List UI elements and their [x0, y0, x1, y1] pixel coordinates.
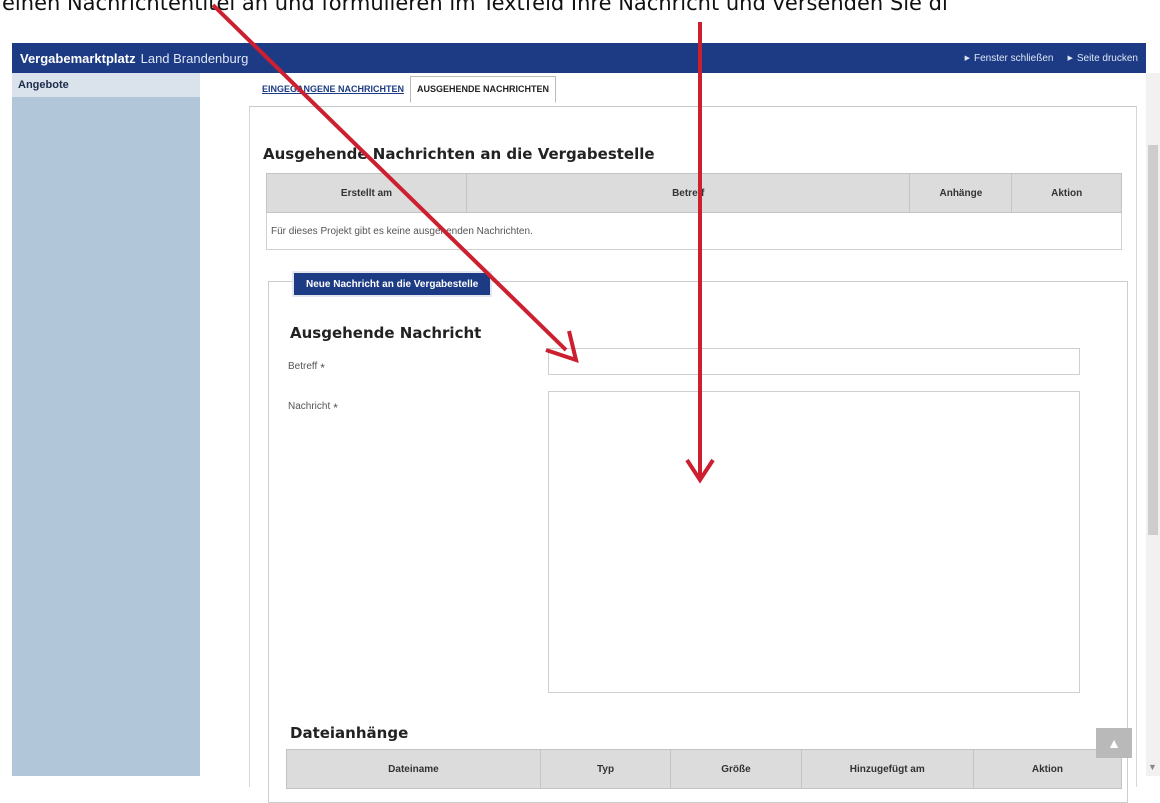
- vertical-scrollbar[interactable]: ▼: [1146, 73, 1160, 776]
- column-header[interactable]: Dateiname: [286, 749, 541, 789]
- table-header-row: Dateiname Typ Größe Hinzugefügt am Aktio…: [286, 749, 1123, 789]
- main-content: EINGEGANGENE NACHRICHTEN AUSGEHENDE NACH…: [200, 73, 1146, 803]
- column-header[interactable]: Typ: [539, 749, 672, 789]
- subject-input[interactable]: [548, 348, 1080, 375]
- table-row: Für dieses Projekt gibt es keine ausgehe…: [266, 212, 1122, 250]
- scrollbar-thumb[interactable]: [1148, 145, 1158, 535]
- outgoing-messages-table: Erstellt am Betreff Anhänge Aktion Für d…: [266, 173, 1122, 250]
- top-header-bar: Vergabemarktplatz Land Brandenburg ▶ Fen…: [12, 43, 1146, 73]
- back-to-top-button[interactable]: ▲: [1096, 728, 1132, 758]
- column-header[interactable]: Betreff: [465, 173, 911, 213]
- triangle-right-icon: ▶: [1067, 55, 1073, 62]
- outgoing-section-title: Ausgehende Nachrichten an die Vergabeste…: [263, 145, 655, 163]
- subject-label: Betreff *: [288, 361, 325, 375]
- empty-table-message: Für dieses Projekt gibt es keine ausgehe…: [266, 212, 1122, 250]
- message-tabs: EINGEGANGENE NACHRICHTEN AUSGEHENDE NACH…: [256, 75, 557, 103]
- table-header-row: Erstellt am Betreff Anhänge Aktion: [266, 173, 1122, 213]
- brand-subtitle: Land Brandenburg: [140, 50, 249, 66]
- attachments-table: Dateiname Typ Größe Hinzugefügt am Aktio…: [286, 749, 1123, 789]
- close-window-label: Fenster schließen: [973, 52, 1054, 64]
- print-page-link[interactable]: ▶ Seite drucken: [1067, 53, 1138, 64]
- message-label-text: Nachricht: [288, 401, 331, 412]
- tab-incoming-messages[interactable]: EINGEGANGENE NACHRICHTEN: [256, 77, 410, 102]
- brand-title: Vergabemarktplatz: [20, 50, 136, 66]
- tab-outgoing-messages[interactable]: AUSGEHENDE NACHRICHTEN: [410, 76, 557, 103]
- message-label: Nachricht *: [288, 401, 338, 415]
- column-header[interactable]: Erstellt am: [266, 173, 467, 213]
- column-header: Aktion: [1011, 173, 1122, 213]
- new-message-button[interactable]: Neue Nachricht an die Vergabestelle: [294, 273, 491, 295]
- instruction-caption: einen Nachrichtentitel an und formuliere…: [2, 0, 948, 15]
- close-window-link[interactable]: ▶ Fenster schließen: [965, 53, 1054, 64]
- triangle-right-icon: ▶: [964, 55, 970, 62]
- sidebar: Angebote: [12, 73, 200, 776]
- print-page-label: Seite drucken: [1076, 52, 1138, 64]
- sidebar-item-angebote[interactable]: Angebote: [12, 73, 200, 97]
- new-message-form-title: Ausgehende Nachricht: [290, 324, 482, 342]
- column-header[interactable]: Größe: [670, 749, 802, 789]
- required-marker: *: [320, 361, 325, 375]
- subject-label-text: Betreff: [288, 361, 318, 372]
- chevron-down-icon[interactable]: ▼: [1148, 762, 1157, 772]
- column-header[interactable]: Hinzugefügt am: [800, 749, 974, 789]
- column-header[interactable]: Anhänge: [909, 173, 1013, 213]
- message-textarea[interactable]: [548, 391, 1080, 693]
- arrow-up-icon: ▲: [1107, 735, 1121, 751]
- header-links: ▶ Fenster schließen ▶ Seite drucken: [965, 53, 1138, 64]
- required-marker: *: [333, 401, 338, 415]
- attachments-section-title: Dateianhänge: [290, 724, 409, 742]
